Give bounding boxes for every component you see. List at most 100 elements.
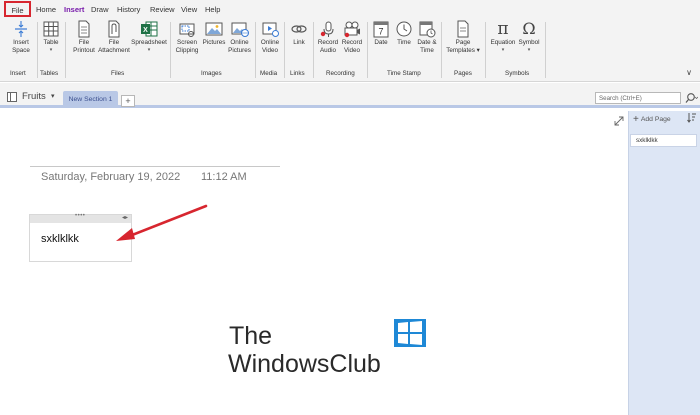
ribbon-divider	[441, 22, 442, 78]
tab-home[interactable]: Home	[34, 3, 58, 16]
tab-draw[interactable]: Draw	[89, 3, 111, 16]
table-button[interactable]: Table ▾	[40, 20, 62, 53]
add-section-button[interactable]: +	[121, 95, 135, 107]
ribbon-divider	[367, 22, 368, 78]
ribbon-divider	[313, 22, 314, 78]
microphone-icon	[320, 21, 334, 37]
page-time: 11:12 AM	[201, 171, 247, 183]
group-files: Files	[111, 70, 125, 77]
link-label: Link	[293, 39, 305, 46]
file-printout-label-2: Printout	[73, 47, 95, 54]
chevron-down-icon: ▾	[501, 47, 505, 53]
pictures-button[interactable]: Pictures	[201, 20, 227, 47]
link-button[interactable]: Link	[288, 20, 310, 47]
screen-clipping-button[interactable]: Screen Clipping	[173, 20, 201, 55]
file-attachment-label-1: File	[108, 39, 120, 46]
calendar-icon: 7	[373, 21, 389, 38]
online-pictures-label-1: Online	[230, 39, 249, 46]
expand-icon[interactable]	[614, 116, 624, 126]
file-printout-icon	[78, 20, 90, 38]
group-tables: Tables	[40, 70, 59, 77]
page-list-item[interactable]: sxklklkk	[630, 134, 697, 147]
spreadsheet-button[interactable]: X Spreadsheet ▾	[131, 20, 167, 53]
ribbon-divider	[170, 22, 171, 78]
tab-review[interactable]: Review	[148, 3, 177, 16]
tab-help[interactable]: Help	[203, 3, 222, 16]
add-page-button[interactable]: + Add Page	[633, 114, 671, 125]
tab-file[interactable]: File	[4, 1, 31, 17]
ribbon-divider	[284, 22, 285, 78]
time-button[interactable]: Time	[393, 20, 415, 47]
plus-icon: +	[633, 114, 639, 125]
page-templates-label-2: Templates ▾	[446, 47, 480, 54]
chevron-down-icon[interactable]: ▾	[51, 92, 55, 100]
online-pictures-button[interactable]: Online Pictures	[227, 20, 252, 55]
date-button[interactable]: 7 Date	[370, 20, 392, 47]
screen-clipping-icon	[179, 23, 195, 37]
file-printout-button[interactable]: File Printout	[70, 20, 98, 55]
page-templates-button[interactable]: Page Templates ▾	[444, 20, 482, 55]
excel-icon: X	[141, 21, 158, 37]
record-audio-label-1: Record	[317, 39, 339, 46]
notebook-name[interactable]: Fruits	[22, 91, 46, 102]
online-video-label-1: Online	[260, 39, 280, 46]
file-attachment-label-2: Attachment	[98, 47, 130, 54]
online-video-button[interactable]: Online Video	[258, 20, 282, 55]
notebook-icon	[7, 92, 17, 102]
group-insert: Insert	[10, 70, 26, 77]
record-video-label-1: Record	[341, 39, 363, 46]
omega-icon: Ω	[522, 19, 536, 38]
search-icon[interactable]	[684, 92, 698, 104]
ribbon-divider	[255, 22, 256, 78]
collapse-ribbon-icon[interactable]: ∨	[686, 68, 692, 77]
screen-clipping-label-1: Screen	[177, 39, 197, 46]
drag-handle-icon[interactable]: ••••	[75, 213, 85, 219]
equation-button[interactable]: π Equation ▾	[488, 20, 518, 53]
page-date: Saturday, February 19, 2022	[41, 171, 181, 183]
sort-icon[interactable]	[687, 112, 697, 123]
red-arrow-annotation	[116, 204, 208, 241]
symbol-button[interactable]: Ω Symbol ▾	[517, 19, 541, 54]
group-pages: Pages	[454, 70, 472, 77]
tab-insert[interactable]: Insert	[62, 3, 86, 20]
chevron-down-icon: ▾	[49, 47, 53, 53]
note-text[interactable]: sxklklkk	[41, 233, 79, 245]
time-label: Time	[397, 39, 411, 46]
pictures-label: Pictures	[202, 39, 226, 46]
group-symbols: Symbols	[505, 70, 530, 77]
spreadsheet-label: Spreadsheet	[131, 39, 167, 46]
menu-bar: File Home Insert Draw History Review Vie…	[0, 0, 700, 20]
insert-space-label-2: Space	[12, 47, 30, 54]
date-time-label-2: Time	[420, 47, 434, 54]
record-video-button[interactable]: Record Video	[340, 20, 364, 55]
ribbon-divider	[37, 22, 38, 78]
online-video-icon	[262, 22, 279, 37]
table-icon	[43, 21, 59, 37]
record-video-label-2: Video	[344, 47, 360, 54]
pi-icon: π	[497, 19, 509, 39]
group-recording: Recording	[326, 70, 355, 77]
record-audio-button[interactable]: Record Audio	[316, 20, 340, 55]
file-printout-label-1: File	[78, 39, 90, 46]
insert-space-label-1: Insert	[13, 39, 29, 46]
date-time-button[interactable]: Date & Time	[415, 20, 439, 55]
tab-history[interactable]: History	[115, 3, 142, 16]
date-time-icon	[419, 21, 436, 38]
tab-view[interactable]: View	[179, 3, 199, 16]
table-label: Table	[43, 39, 59, 46]
page-templates-label-1: Page	[455, 39, 471, 46]
page-title-line	[30, 166, 280, 167]
online-pictures-label-2: Pictures	[228, 47, 251, 54]
page-templates-icon	[457, 20, 469, 38]
search-input[interactable]: Search (Ctrl+E)	[595, 92, 681, 104]
online-video-label-2: Video	[262, 47, 278, 54]
windows-logo-icon	[394, 319, 426, 347]
file-attachment-button[interactable]: File Attachment	[97, 20, 131, 55]
tab-section[interactable]: New Section 1	[63, 91, 118, 108]
symbol-label: Symbol	[518, 39, 540, 46]
ribbon-divider	[545, 22, 546, 78]
insert-space-button[interactable]: Insert Space	[8, 20, 34, 55]
watermark-logo-windowsclub: WindowsClub	[228, 350, 381, 378]
online-picture-icon	[231, 22, 249, 37]
screen-clipping-label-2: Clipping	[175, 47, 199, 54]
